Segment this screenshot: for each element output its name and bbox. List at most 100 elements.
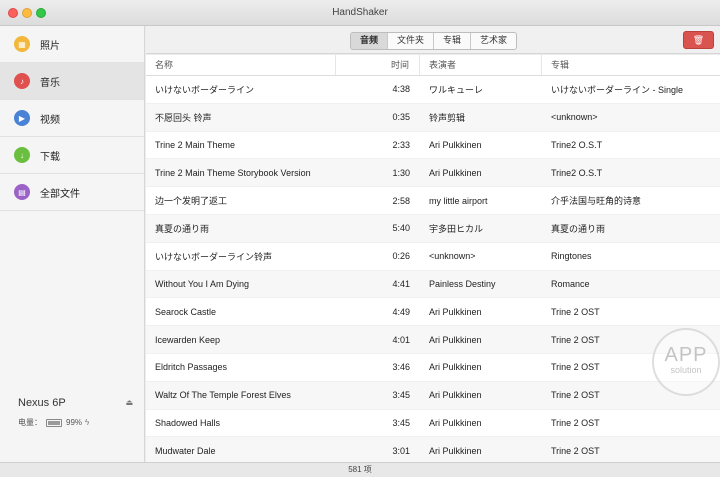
tab-0[interactable]: 音频 (351, 33, 389, 49)
eject-icon[interactable]: ⏏ (125, 398, 133, 407)
table-cell: Trine 2 OST (551, 306, 600, 317)
table-cell: 1:30 (392, 167, 410, 178)
sidebar-item-1[interactable]: ♪ 音乐 (0, 63, 144, 100)
table-cell: Searock Castle (155, 306, 217, 317)
table-cell: 3:45 (392, 417, 410, 428)
table-cell: 介乎法国与旺角的诗意 (551, 196, 642, 207)
table-cell: いけないボーダーライン铃声 (155, 251, 273, 262)
table-cell: 5:40 (392, 223, 410, 234)
table-cell: Ari Pulkkinen (429, 306, 482, 317)
table-row[interactable]: Icewarden Keep 4:01 Ari Pulkkinen Trine 2 O… (146, 326, 720, 354)
table-row[interactable]: Waltz Of The Temple Forest Elves 3:45 Ari … (146, 381, 720, 410)
device-name: Nexus 6P (18, 397, 66, 409)
files-icon: ▤ (14, 184, 30, 200)
table-cell: Icewarden Keep (155, 334, 221, 345)
table-cell: 真夏の通り雨 (155, 223, 210, 234)
table-cell: 真夏の通り雨 (551, 223, 606, 234)
sidebar-item-2[interactable]: ▶ 视频 (0, 100, 144, 137)
item-count: 581 项 (348, 465, 372, 474)
table-cell: Ari Pulkkinen (429, 445, 482, 456)
table-cell: 3:46 (392, 362, 410, 373)
tab-1[interactable]: 文件夹 (388, 33, 435, 49)
table-cell: Eldritch Passages (155, 362, 228, 373)
table-cell: 4:01 (392, 334, 410, 345)
table-row[interactable]: Trine 2 Main Theme Storybook Version 1:30… (146, 159, 720, 188)
table-cell: Ari Pulkkinen (429, 139, 482, 150)
table-row[interactable]: いけないボーダーライン铃声 0:26 <unknown> Ringtones (146, 243, 720, 271)
table-row[interactable]: Shadowed Halls 3:45 Ari Pulkkinen Trine 2 O… (146, 410, 720, 438)
table-cell: Shadowed Halls (155, 417, 221, 428)
column-header-2[interactable]: 表演者 (420, 55, 542, 75)
table-cell: Trine2 O.S.T (551, 167, 603, 178)
battery-percent: 99% (66, 418, 83, 427)
table-row[interactable]: Mudwater Dale 3:01 Ari Pulkkinen Trine 2 OS… (146, 437, 720, 462)
table-row[interactable]: Without You I Am Dying 4:41 Painless Desti… (146, 270, 720, 299)
table-cell: 4:38 (392, 84, 410, 95)
table-row[interactable]: Eldritch Passages 3:46 Ari Pulkkinen Trine … (146, 354, 720, 382)
table-cell: 不愿回头 铃声 (155, 112, 212, 123)
battery-label: 电量： (18, 418, 42, 427)
table-row[interactable]: いけないボーダーライン 4:38 ワルキューレ いけないボーダーライン - Singl… (146, 76, 720, 104)
sidebar: ▦ 照片 ♪ 音乐 ▶ 视频 ↓ 下载 ▤ 全部文件 Nexus 6P ⏏ 电量： 99% ϟ (0, 26, 145, 462)
table-cell: Ari Pulkkinen (429, 334, 482, 345)
sidebar-item-label: 照片 (40, 40, 60, 52)
table-cell: 0:35 (392, 112, 410, 123)
table-cell: 宇多田ヒカル (429, 223, 484, 234)
status-bar: 581 项 (0, 462, 720, 477)
toolbar: 音频 文件夹 专辑 艺术家 🗑 (146, 26, 720, 54)
table-cell: Without You I Am Dying (155, 278, 250, 289)
tab-2[interactable]: 专辑 (434, 33, 472, 49)
table-cell: Mudwater Dale (155, 445, 216, 456)
table-row[interactable]: Searock Castle 4:49 Ari Pulkkinen Trine 2 O… (146, 298, 720, 327)
table-cell: Romance (551, 278, 590, 289)
sidebar-item-label: 全部文件 (40, 188, 80, 200)
table-cell: 4:49 (392, 306, 410, 317)
table-cell: 铃声剪辑 (429, 112, 466, 123)
table-cell: Ari Pulkkinen (429, 390, 482, 401)
table-cell: Waltz Of The Temple Forest Elves (155, 390, 291, 401)
sidebar-nav: ▦ 照片 ♪ 音乐 ▶ 视频 ↓ 下载 ▤ 全部文件 (0, 26, 144, 211)
column-header-1[interactable]: 时间 (336, 55, 420, 75)
column-header-3[interactable]: 专辑 (542, 55, 720, 75)
sidebar-item-label: 音乐 (40, 77, 60, 89)
video-icon: ▶ (14, 110, 30, 126)
table-cell: Trine 2 OST (551, 445, 600, 456)
sidebar-item-label: 视频 (40, 114, 60, 126)
table-cell: <unknown> (429, 251, 476, 262)
table-cell: 2:58 (392, 195, 410, 206)
table-cell: 4:41 (392, 278, 410, 289)
table-cell: いけないボーダーライン - Single (551, 84, 684, 95)
table-cell: Ari Pulkkinen (429, 167, 482, 178)
table-cell: <unknown> (551, 112, 598, 123)
table-row[interactable]: 真夏の通り雨 5:40 宇多田ヒカル 真夏の通り雨 (146, 214, 720, 243)
charging-bolt-icon: ϟ (85, 418, 90, 427)
music-table: 名称 时间 表演者 专辑 いけないボーダーライン 4:38 ワルキューレ いけないボーダーラ… (146, 55, 720, 462)
table-cell: Trine2 O.S.T (551, 139, 603, 150)
table-cell: 边一个发明了返工 (155, 196, 228, 207)
table-cell: Ringtones (551, 251, 592, 262)
title-bar: HandShaker (0, 0, 720, 26)
table-cell: my little airport (429, 195, 488, 206)
trash-icon: 🗑 (692, 34, 705, 45)
table-cell: Painless Destiny (429, 278, 496, 289)
table-row[interactable]: Trine 2 Main Theme 2:33 Ari Pulkkinen Trine… (146, 132, 720, 160)
table-cell: Ari Pulkkinen (429, 417, 482, 428)
sidebar-item-4[interactable]: ▤ 全部文件 (0, 174, 144, 211)
photo-icon: ▦ (14, 36, 30, 52)
table-header: 名称 时间 表演者 专辑 (146, 55, 720, 76)
table-cell: Trine 2 Main Theme Storybook Version (155, 167, 311, 178)
table-cell: 3:01 (392, 445, 410, 456)
column-header-0[interactable]: 名称 (146, 55, 336, 75)
battery-status: 电量： 99% ϟ (18, 417, 133, 428)
table-row[interactable]: 边一个发明了返工 2:58 my little airport 介乎法国与旺角的诗意 (146, 187, 720, 215)
table-cell: いけないボーダーライン (155, 84, 255, 95)
tab-3[interactable]: 艺术家 (471, 33, 516, 49)
watermark-line1: APP (664, 344, 708, 366)
device-panel: Nexus 6P ⏏ 电量： 99% ϟ (18, 397, 133, 428)
sidebar-item-0[interactable]: ▦ 照片 (0, 26, 144, 63)
table-cell: Trine 2 OST (551, 417, 600, 428)
delete-button[interactable]: 🗑 (683, 31, 714, 49)
sidebar-item-3[interactable]: ↓ 下载 (0, 137, 144, 174)
table-row[interactable]: 不愿回头 铃声 0:35 铃声剪辑 <unknown> (146, 103, 720, 132)
download-icon: ↓ (14, 147, 30, 163)
